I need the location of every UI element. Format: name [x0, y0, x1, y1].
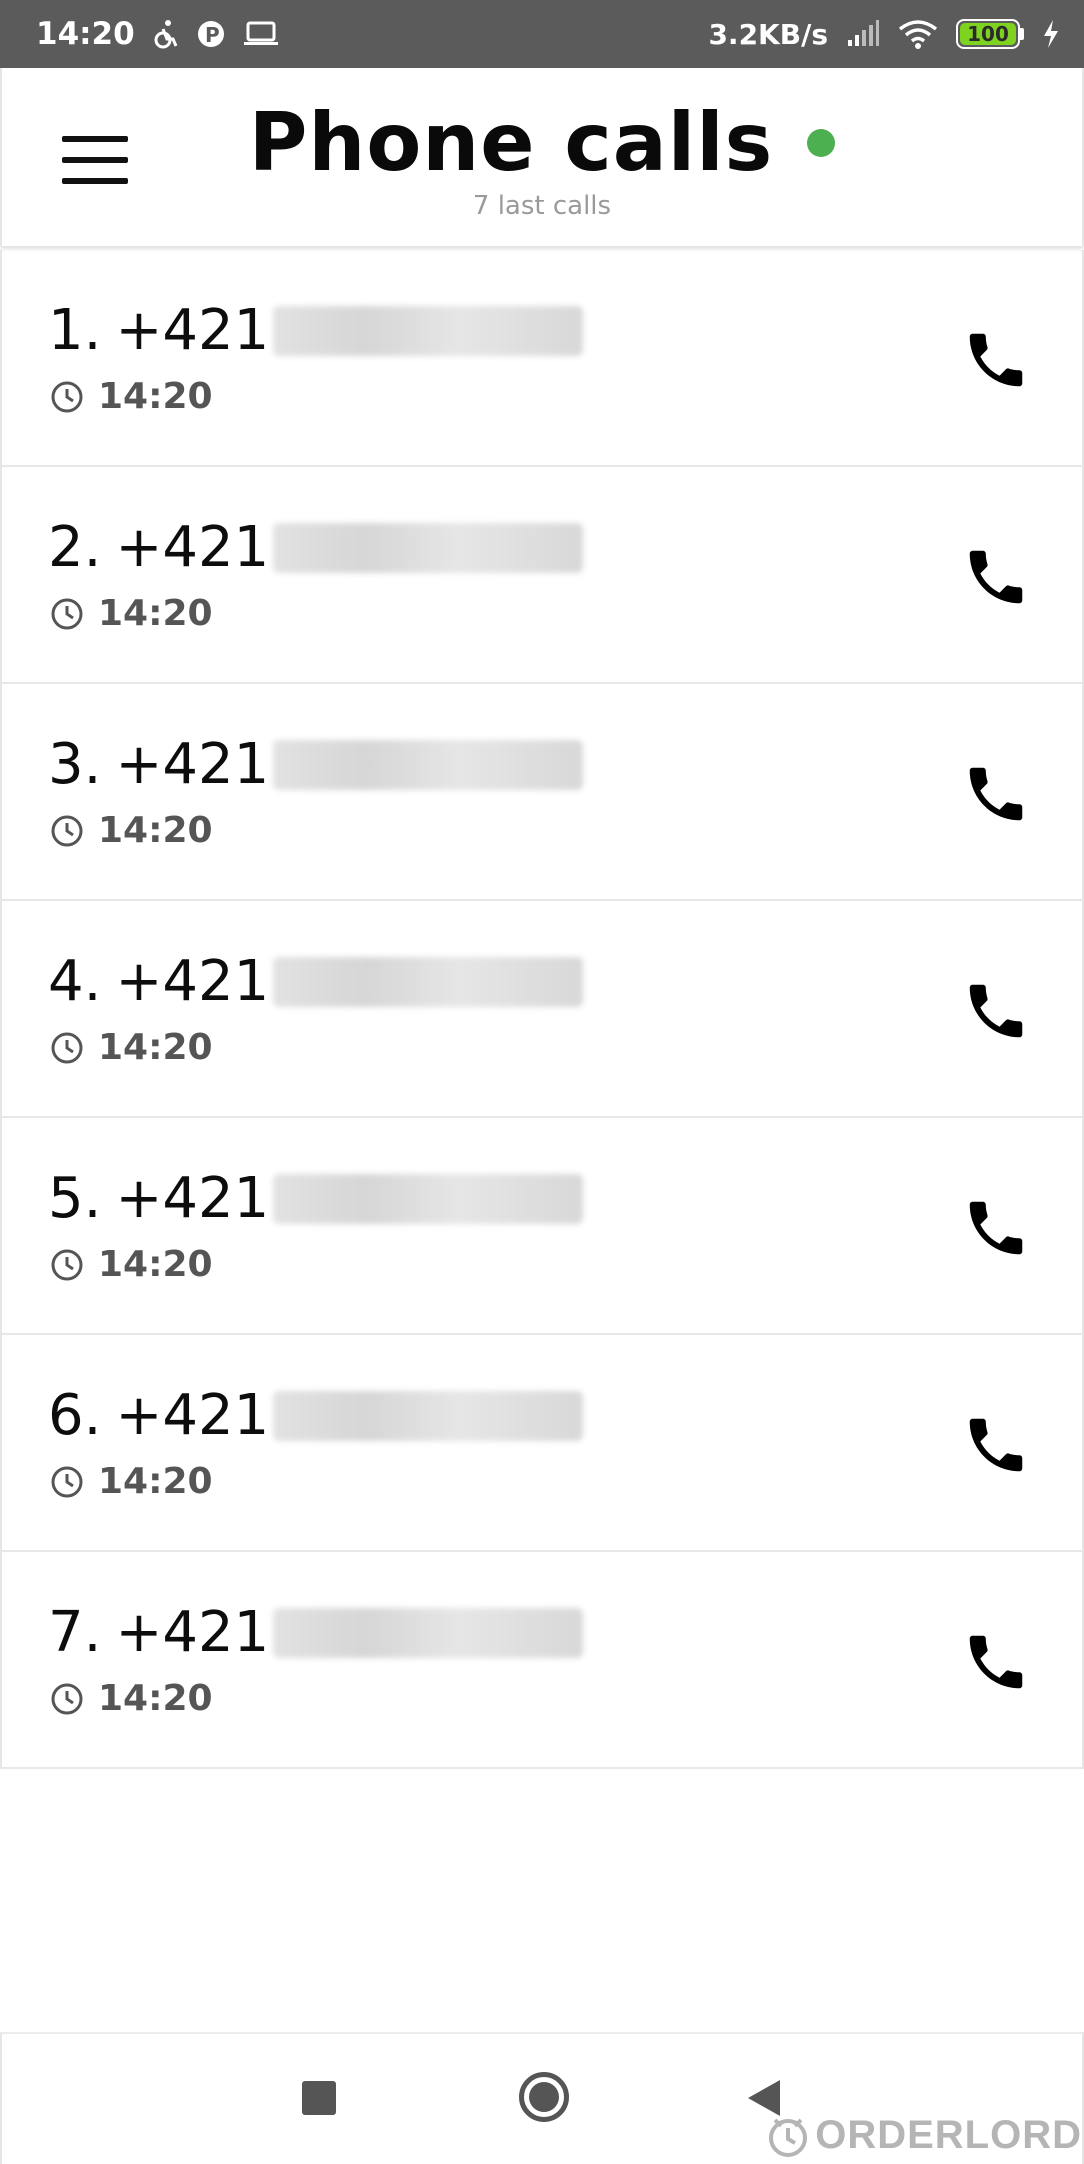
redacted-digits — [273, 522, 584, 573]
call-time: 14:20 — [50, 1244, 213, 1285]
phone-icon — [969, 767, 1023, 821]
page-title: Phone calls — [248, 96, 774, 189]
redacted-digits — [273, 1390, 584, 1441]
call-time-text: 14:20 — [98, 1678, 213, 1719]
clock-icon — [51, 1683, 83, 1714]
battery-level: 100 — [960, 22, 1016, 46]
system-nav-bar: ORDERLORD — [0, 2032, 1084, 2164]
call-time: 14:20 — [50, 1027, 213, 1068]
call-number: 7. +421 — [48, 1600, 584, 1665]
call-time-text: 14:20 — [98, 1461, 213, 1502]
call-back-button[interactable] — [956, 320, 1036, 400]
call-number-prefix: +421 — [115, 298, 270, 363]
clock-icon — [51, 1466, 83, 1497]
call-row[interactable]: 4. +421 14:20 — [2, 901, 1082, 1118]
call-row[interactable]: 3. +421 14:20 — [2, 684, 1082, 901]
call-number: 5. +421 — [48, 1166, 584, 1231]
redacted-digits — [273, 956, 584, 1007]
home-button[interactable] — [519, 2072, 569, 2122]
call-number-prefix: +421 — [115, 515, 270, 580]
call-time: 14:20 — [50, 376, 213, 417]
redacted-digits — [273, 739, 584, 790]
redacted-digits — [273, 1173, 584, 1224]
call-number: 3. +421 — [48, 732, 584, 797]
call-index: 6. — [48, 1383, 102, 1448]
call-list: 1. +421 14:20 2. +421 14:20 3. +421 14:2… — [0, 250, 1084, 1769]
call-time: 14:20 — [50, 1461, 213, 1502]
title-block: Phone calls 7 last calls — [2, 96, 1082, 221]
call-index: 7. — [48, 1600, 102, 1665]
call-back-button[interactable] — [956, 1622, 1036, 1702]
redacted-digits — [273, 1607, 584, 1658]
phone-icon — [969, 1418, 1023, 1472]
laptop-icon — [243, 21, 279, 47]
call-number: 6. +421 — [48, 1383, 584, 1448]
call-time-text: 14:20 — [98, 593, 213, 634]
svg-text:P: P — [205, 23, 220, 47]
call-index: 1. — [48, 298, 102, 363]
phone-icon — [969, 550, 1023, 604]
call-number-prefix: +421 — [115, 1166, 270, 1231]
recent-apps-button[interactable] — [302, 2081, 336, 2115]
status-bar: 14:20 P 3.2KB/s 100 — [0, 0, 1084, 68]
call-time-text: 14:20 — [98, 1244, 213, 1285]
charging-icon — [1042, 19, 1060, 49]
call-number-prefix: +421 — [115, 949, 270, 1014]
call-row[interactable]: 5. +421 14:20 — [2, 1118, 1082, 1335]
call-time-text: 14:20 — [98, 810, 213, 851]
phone-icon — [969, 1635, 1023, 1689]
phone-icon — [969, 1201, 1023, 1255]
status-time: 14:20 — [36, 16, 135, 52]
call-back-button[interactable] — [956, 971, 1036, 1051]
call-row[interactable]: 7. +421 14:20 — [2, 1552, 1082, 1769]
accessibility-icon — [153, 19, 179, 49]
call-number: 2. +421 — [48, 515, 584, 580]
call-time: 14:20 — [50, 593, 213, 634]
call-number: 1. +421 — [48, 298, 584, 363]
call-row[interactable]: 1. +421 14:20 — [2, 250, 1082, 467]
clock-icon — [51, 1249, 83, 1280]
call-number: 4. +421 — [48, 949, 584, 1014]
redacted-digits — [273, 305, 584, 356]
call-time: 14:20 — [50, 1678, 213, 1719]
watermark: ORDERLORD — [765, 2112, 1082, 2158]
clock-icon — [51, 598, 83, 629]
page-title-row: Phone calls — [248, 96, 836, 189]
call-index: 5. — [48, 1166, 102, 1231]
watermark-logo-icon — [769, 2118, 808, 2157]
clock-icon — [51, 381, 83, 412]
call-number-prefix: +421 — [115, 1383, 270, 1448]
watermark-text: ORDERLORD — [815, 2112, 1082, 2157]
clock-icon — [51, 1032, 83, 1063]
home-icon — [529, 2082, 559, 2112]
parking-app-icon: P — [197, 19, 225, 49]
call-back-button[interactable] — [956, 1188, 1036, 1268]
call-row[interactable]: 2. +421 14:20 — [2, 467, 1082, 684]
signal-icon — [846, 20, 880, 48]
call-row[interactable]: 6. +421 14:20 — [2, 1335, 1082, 1552]
online-status-dot — [807, 128, 836, 157]
call-back-button[interactable] — [956, 754, 1036, 834]
call-index: 2. — [48, 515, 102, 580]
call-time-text: 14:20 — [98, 376, 213, 417]
call-time: 14:20 — [50, 810, 213, 851]
call-index: 4. — [48, 949, 102, 1014]
wifi-icon — [898, 19, 938, 49]
call-time-text: 14:20 — [98, 1027, 213, 1068]
phone-icon — [969, 984, 1023, 1038]
call-back-button[interactable] — [956, 1405, 1036, 1485]
page-subtitle: 7 last calls — [472, 191, 612, 221]
battery-icon: 100 — [956, 19, 1024, 49]
call-index: 3. — [48, 732, 102, 797]
app-header: Phone calls 7 last calls — [0, 68, 1084, 246]
call-back-button[interactable] — [956, 537, 1036, 617]
network-speed: 3.2KB/s — [708, 17, 828, 51]
clock-icon — [51, 815, 83, 846]
call-number-prefix: +421 — [115, 1600, 270, 1665]
call-number-prefix: +421 — [115, 732, 270, 797]
phone-icon — [969, 333, 1023, 387]
